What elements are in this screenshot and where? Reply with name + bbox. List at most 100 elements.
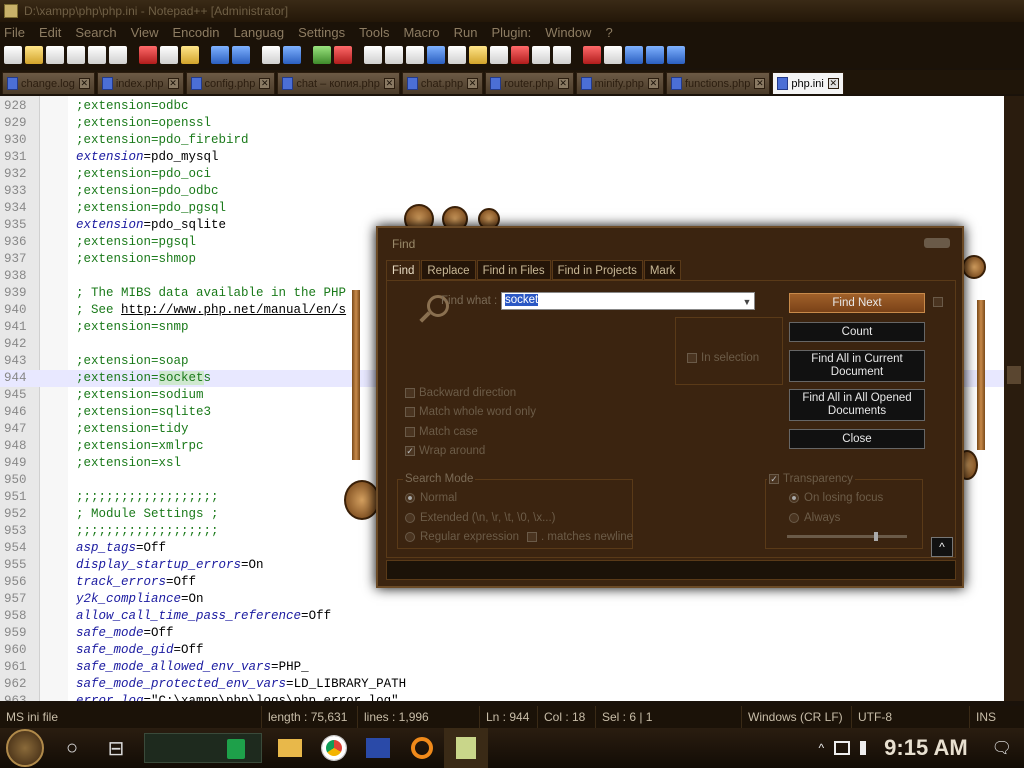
in-selection-checkbox[interactable]: In selection [687,352,759,364]
zoom-in-icon[interactable] [313,46,331,64]
tab-router-php[interactable]: router.php ✕ [485,72,574,94]
show-all-chars-icon[interactable] [427,46,445,64]
vertical-scrollbar[interactable] [1004,96,1024,701]
tab-close-icon[interactable]: ✕ [467,78,479,89]
transparency-checkbox[interactable]: ✓ Transparency [767,473,855,485]
taskbar-powershell[interactable] [356,728,400,768]
tab-close-icon[interactable]: ✕ [259,78,271,89]
code-line[interactable]: 958 allow_call_time_pass_reference=Off [0,608,1004,625]
tab-chat-copy-php[interactable]: chat – копия.php ✕ [277,72,400,94]
sync-horizontal-icon[interactable] [385,46,403,64]
menu-run[interactable]: Run [454,25,478,40]
taskbar-app-sheets[interactable] [144,733,262,763]
paste-icon[interactable] [181,46,199,64]
always-radio[interactable]: Always [789,512,840,524]
save-macro-icon[interactable] [667,46,685,64]
menu-tools[interactable]: Tools [359,25,389,40]
tab-mark[interactable]: Mark [643,260,682,280]
tab-close-icon[interactable]: ✕ [167,78,179,89]
network-icon[interactable] [834,741,851,755]
menu-view[interactable]: View [131,25,159,40]
wrap-around-checkbox[interactable]: ✓ Wrap around [405,445,485,457]
tab-close-icon[interactable]: ✕ [647,78,659,89]
transparency-slider[interactable] [787,532,907,541]
menu-window[interactable]: Window [545,25,591,40]
find-all-opened-button[interactable]: Find All in All Opened Documents [789,389,925,421]
play-macro-icon[interactable] [625,46,643,64]
find-next-checkbox[interactable] [933,297,943,307]
clock[interactable]: 9:15 AM [884,735,968,761]
backward-direction-checkbox[interactable]: Backward direction [405,387,516,399]
code-line[interactable]: 933 ;extension=pdo_odbc [0,183,1004,200]
code-line[interactable]: 934 ;extension=pdo_pgsql [0,200,1004,217]
code-line[interactable]: 960 safe_mode_gid=Off [0,642,1004,659]
redo-icon[interactable] [232,46,250,64]
code-line[interactable]: 929 ;extension=openssl [0,115,1004,132]
mode-extended-radio[interactable]: Extended (\n, \r, \t, \0, \x...) [405,512,556,524]
taskbar-chrome[interactable] [312,728,356,768]
menu-language[interactable]: Languag [234,25,285,40]
code-line[interactable]: 962 safe_mode_protected_env_vars=LD_LIBRA… [0,676,1004,693]
new-file-icon[interactable] [4,46,22,64]
print-icon[interactable] [109,46,127,64]
tab-php-ini[interactable]: php.ini ✕ [772,72,844,94]
match-whole-word-checkbox[interactable]: Match whole word only [405,406,536,418]
open-file-icon[interactable] [25,46,43,64]
save-icon[interactable] [46,46,64,64]
search-button[interactable]: ○ [50,728,94,768]
tab-index-php[interactable]: index.php ✕ [96,72,184,94]
menu-macro[interactable]: Macro [403,25,439,40]
code-line[interactable]: 931 extension=pdo_mysql [0,149,1004,166]
tab-chat-php[interactable]: chat.php ✕ [401,72,484,94]
code-line[interactable]: 930 ;extension=pdo_firebird [0,132,1004,149]
code-line[interactable]: 928 ;extension=odbc [0,98,1004,115]
replace-icon[interactable] [283,46,301,64]
indent-guide-icon[interactable] [448,46,466,64]
mode-regex-radio[interactable]: Regular expression [405,531,519,543]
menu-help[interactable]: ? [605,25,612,40]
count-button[interactable]: Count [789,322,925,342]
slider-knob[interactable] [874,532,878,541]
menu-search[interactable]: Search [75,25,116,40]
find-all-current-button[interactable]: Find All in Current Document [789,350,925,382]
tab-functions-php[interactable]: functions.php ✕ [665,72,771,94]
tab-minify-php[interactable]: minify.php ✕ [575,72,664,94]
taskbar-search-app[interactable] [400,728,444,768]
tab-close-icon[interactable]: ✕ [78,78,90,89]
udl-icon[interactable] [469,46,487,64]
sync-vertical-icon[interactable] [364,46,382,64]
tab-close-icon[interactable]: ✕ [383,78,395,89]
tab-find-in-files[interactable]: Find in Files [476,260,551,280]
cut-icon[interactable] [139,46,157,64]
copy-icon[interactable] [160,46,178,64]
menu-edit[interactable]: Edit [39,25,61,40]
tab-change-log[interactable]: change.log ✕ [2,72,95,94]
zoom-out-icon[interactable] [334,46,352,64]
record-macro-icon[interactable] [583,46,601,64]
stop-macro-icon[interactable] [604,46,622,64]
code-line[interactable]: 932 ;extension=pdo_oci [0,166,1004,183]
taskbar-notepadpp[interactable] [444,728,488,768]
word-wrap-icon[interactable] [406,46,424,64]
menu-settings[interactable]: Settings [298,25,345,40]
dialog-close-icon[interactable] [924,238,950,248]
code-line[interactable]: 963 error_log="C:\xampp\php\logs\php_erro… [0,693,1004,701]
code-line[interactable]: 959 safe_mode=Off [0,625,1004,642]
tab-replace[interactable]: Replace [421,260,476,280]
code-line[interactable]: 961 safe_mode_allowed_env_vars=PHP_ [0,659,1004,676]
undo-icon[interactable] [211,46,229,64]
scrollbar-thumb[interactable] [1007,366,1021,384]
matches-newline-checkbox[interactable]: . matches newline [527,531,633,543]
on-losing-focus-radio[interactable]: On losing focus [789,492,883,504]
taskbar-explorer[interactable] [268,728,312,768]
function-list-icon[interactable] [511,46,529,64]
save-all-icon[interactable] [67,46,85,64]
doc-map-icon[interactable] [490,46,508,64]
tab-close-icon[interactable]: ✕ [754,78,766,89]
tray-expand-icon[interactable]: ^ [819,741,825,755]
close-button[interactable]: Close [789,429,925,449]
tab-close-icon[interactable]: ✕ [557,78,569,89]
notifications-icon[interactable]: 🗨 [992,738,1012,758]
folder-workspace-icon[interactable] [532,46,550,64]
find-next-button[interactable]: Find Next [789,293,925,313]
